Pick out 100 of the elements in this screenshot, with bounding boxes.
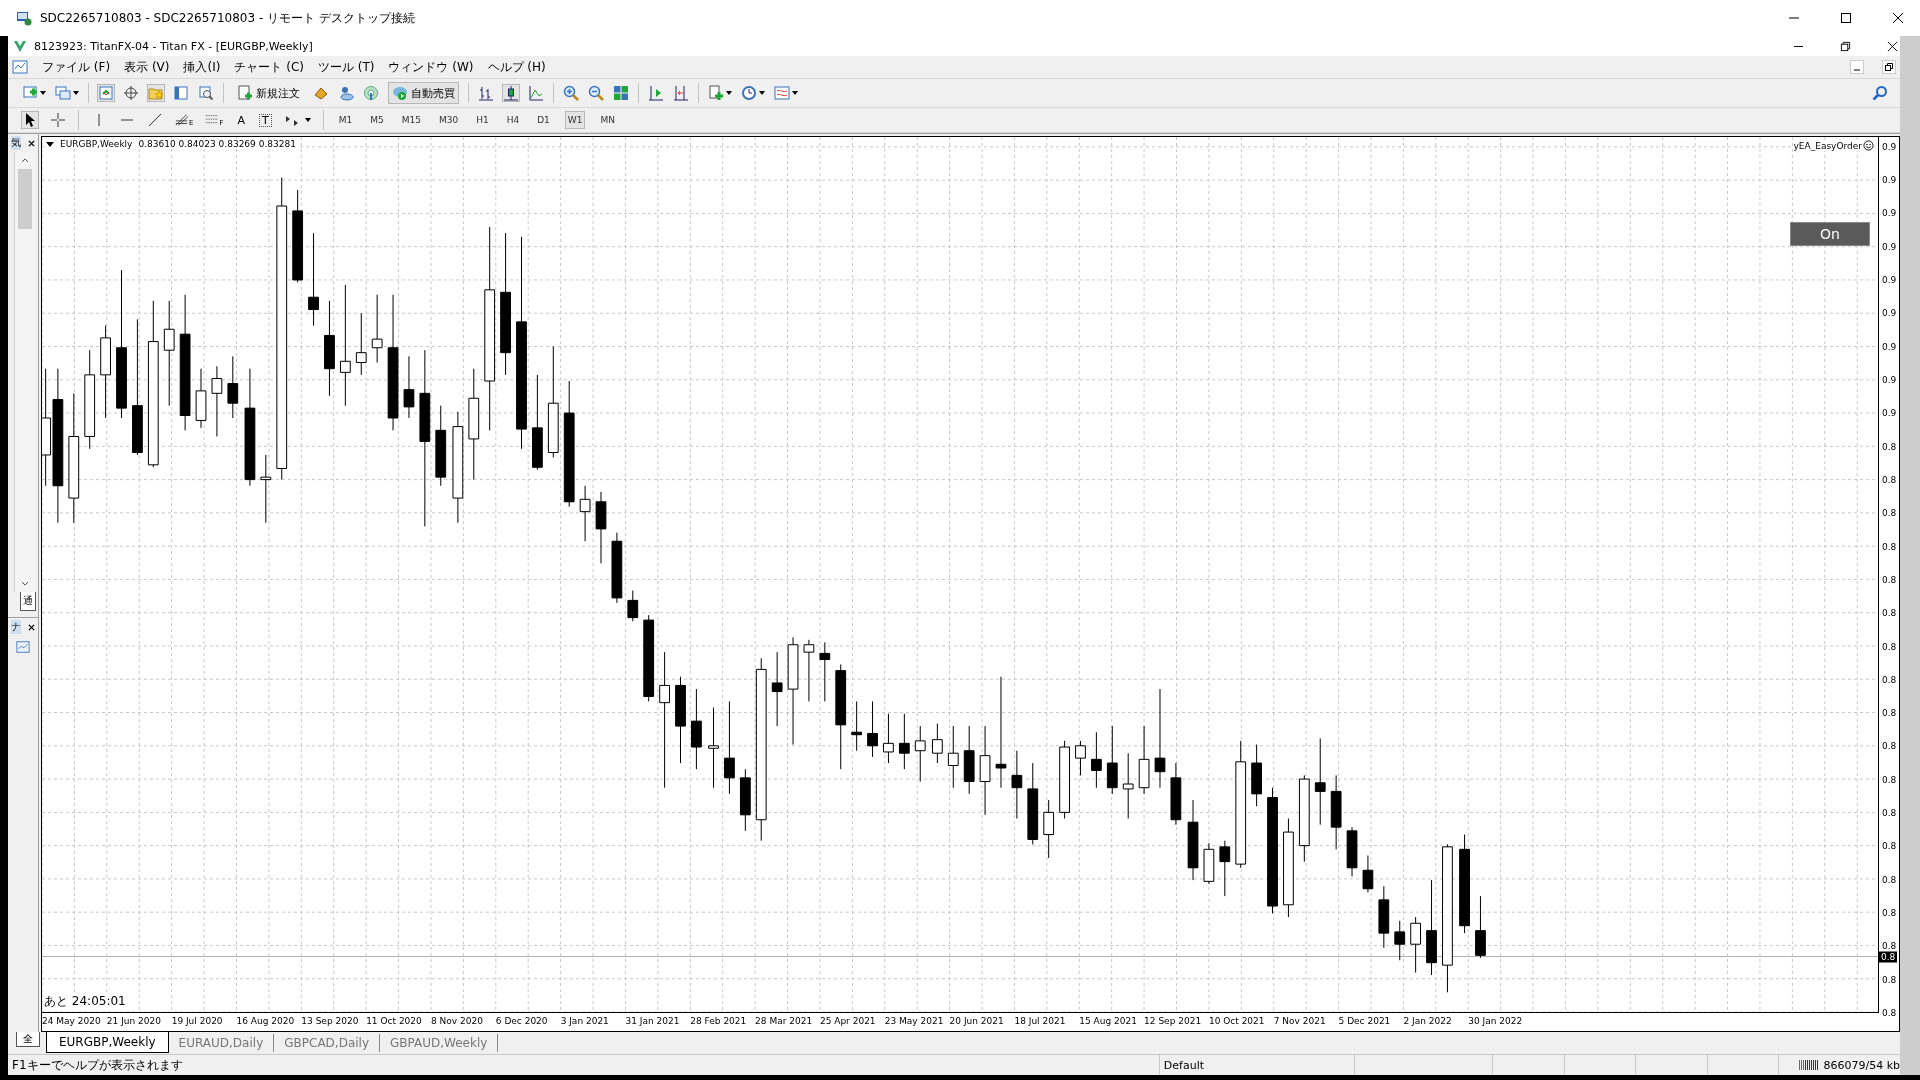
autoscroll-icon[interactable] <box>648 85 664 101</box>
dropdown-icon[interactable] <box>46 141 54 147</box>
menu-item[interactable]: 挿入(I) <box>183 58 221 76</box>
chart-tab[interactable]: GBPAUD,Weekly <box>380 1034 499 1052</box>
trend-line-icon[interactable] <box>147 112 163 128</box>
bar-countdown: あと 24:05:01 <box>44 993 126 1010</box>
date-label: 16 Aug 2020 <box>236 1016 295 1026</box>
timeframe-button[interactable]: H1 <box>473 111 492 129</box>
market-watch-icon[interactable] <box>98 85 114 101</box>
terminal-tab[interactable]: 全 <box>16 1032 40 1047</box>
new-order-button[interactable]: 新規注文 <box>233 82 304 104</box>
timeframe-button[interactable]: M5 <box>367 111 387 129</box>
remote-desktop-icon <box>16 10 32 26</box>
date-label: 10 Oct 2021 <box>1208 1016 1265 1026</box>
template-icon[interactable] <box>774 85 790 101</box>
close-icon[interactable] <box>28 623 35 631</box>
timeframe-button[interactable]: MN <box>597 111 618 129</box>
caret-icon[interactable] <box>726 91 732 95</box>
price-label: 0.8 <box>1882 741 1897 752</box>
panel-title[interactable]: 気 <box>11 136 21 150</box>
menu-item[interactable]: ファイル (F) <box>42 58 111 76</box>
zoom-out-icon[interactable] <box>588 85 604 101</box>
crosshair-icon[interactable] <box>50 112 66 128</box>
scroll-thumb[interactable] <box>18 169 32 229</box>
caret-icon[interactable] <box>759 91 765 95</box>
date-label: 23 May 2021 <box>884 1016 944 1026</box>
crosshair-icon[interactable] <box>123 85 139 101</box>
price-label: 0.9 <box>1882 307 1897 319</box>
timeframe-button[interactable]: M30 <box>435 111 462 129</box>
cursor-icon[interactable] <box>22 112 38 128</box>
date-label: 15 Aug 2021 <box>1079 1016 1137 1026</box>
restore-icon[interactable] <box>1840 40 1851 52</box>
timeframe-button[interactable]: M15 <box>398 111 424 129</box>
smiley-icon[interactable] <box>1863 140 1874 151</box>
close-icon[interactable] <box>1887 40 1898 52</box>
candle <box>1346 826 1358 877</box>
price-label: 0.9 <box>1882 174 1897 186</box>
terminal-window-icon[interactable] <box>173 85 189 101</box>
restore-icon[interactable] <box>1882 60 1896 74</box>
date-label: 28 Feb 2021 <box>690 1016 747 1026</box>
tile-windows-icon[interactable] <box>613 85 629 101</box>
timeframe-button[interactable]: W1 <box>564 111 586 129</box>
price-label: 0.9 <box>1882 407 1897 419</box>
caret-icon[interactable] <box>73 91 79 95</box>
bar-chart-icon[interactable] <box>478 85 494 101</box>
scroll-up-icon[interactable] <box>21 158 29 163</box>
price-label: 0.8 <box>1882 674 1897 686</box>
caret-icon[interactable] <box>304 118 311 122</box>
candle <box>963 725 975 795</box>
line-chart-icon[interactable] <box>528 85 544 101</box>
candle <box>898 713 910 770</box>
signal-icon[interactable] <box>363 85 379 101</box>
expert-name: yEA_EasyOrder <box>1793 140 1862 151</box>
search-icon[interactable] <box>1872 85 1888 101</box>
folder-star-icon[interactable] <box>148 85 164 101</box>
candle <box>1122 752 1134 819</box>
candle <box>260 454 272 524</box>
menu-item[interactable]: チャート (C) <box>234 58 304 76</box>
menu-item[interactable]: ウィンドウ (W) <box>388 58 474 76</box>
panel-tab[interactable]: 通 <box>20 592 36 611</box>
chart-window-icon[interactable] <box>12 59 28 75</box>
menu-item[interactable]: 表示 (V) <box>124 58 170 76</box>
caret-icon[interactable] <box>792 91 798 95</box>
chart-tab[interactable]: EURAUD,Daily <box>168 1034 275 1052</box>
clock-icon[interactable] <box>741 85 757 101</box>
scrollbar[interactable] <box>1900 36 1920 1075</box>
menu-item[interactable]: ツール (T) <box>317 58 375 76</box>
chart-tab[interactable]: GBPCAD,Daily <box>274 1034 381 1052</box>
close-icon[interactable] <box>28 139 35 147</box>
candle <box>851 700 863 752</box>
zoom-in-icon[interactable] <box>563 85 579 101</box>
timeframe-button[interactable]: H4 <box>503 111 523 129</box>
panel-title[interactable]: ナ <box>11 620 21 634</box>
menu-item[interactable]: ヘルプ (H) <box>487 58 546 76</box>
caret-icon[interactable] <box>40 91 46 95</box>
timeframe-button[interactable]: D1 <box>534 111 553 129</box>
text-tool[interactable]: A <box>235 113 247 127</box>
price-label: 0.8 <box>1882 907 1897 919</box>
timeframe-button[interactable]: M1 <box>335 111 356 129</box>
navigator-icon[interactable] <box>16 640 30 654</box>
price-label: 0.8 <box>1882 607 1897 619</box>
label-tool[interactable]: T <box>259 113 272 127</box>
price-label: 0.8 <box>1882 807 1897 819</box>
close-icon[interactable] <box>1892 12 1904 24</box>
chart-shift-icon[interactable] <box>673 85 689 101</box>
auto-trading-button[interactable]: 自動売買 <box>388 82 459 104</box>
candlestick-icon[interactable] <box>503 85 519 101</box>
maximize-icon[interactable] <box>1840 12 1852 24</box>
on-button[interactable]: On <box>1790 222 1870 246</box>
price-label: 0.9 <box>1882 208 1897 219</box>
chart-tab[interactable]: EURGBP,Weekly <box>46 1032 169 1053</box>
person-cloud-icon[interactable] <box>338 85 354 101</box>
tester-icon[interactable] <box>198 85 214 101</box>
connection-bars-icon <box>1799 1060 1820 1070</box>
candle <box>355 312 367 376</box>
candle <box>211 365 223 437</box>
scroll-down-icon[interactable] <box>21 581 29 586</box>
date-label: 11 Oct 2020 <box>366 1016 422 1026</box>
scrollbar[interactable] <box>14 152 35 592</box>
price-label: 0.8 <box>1882 641 1897 653</box>
